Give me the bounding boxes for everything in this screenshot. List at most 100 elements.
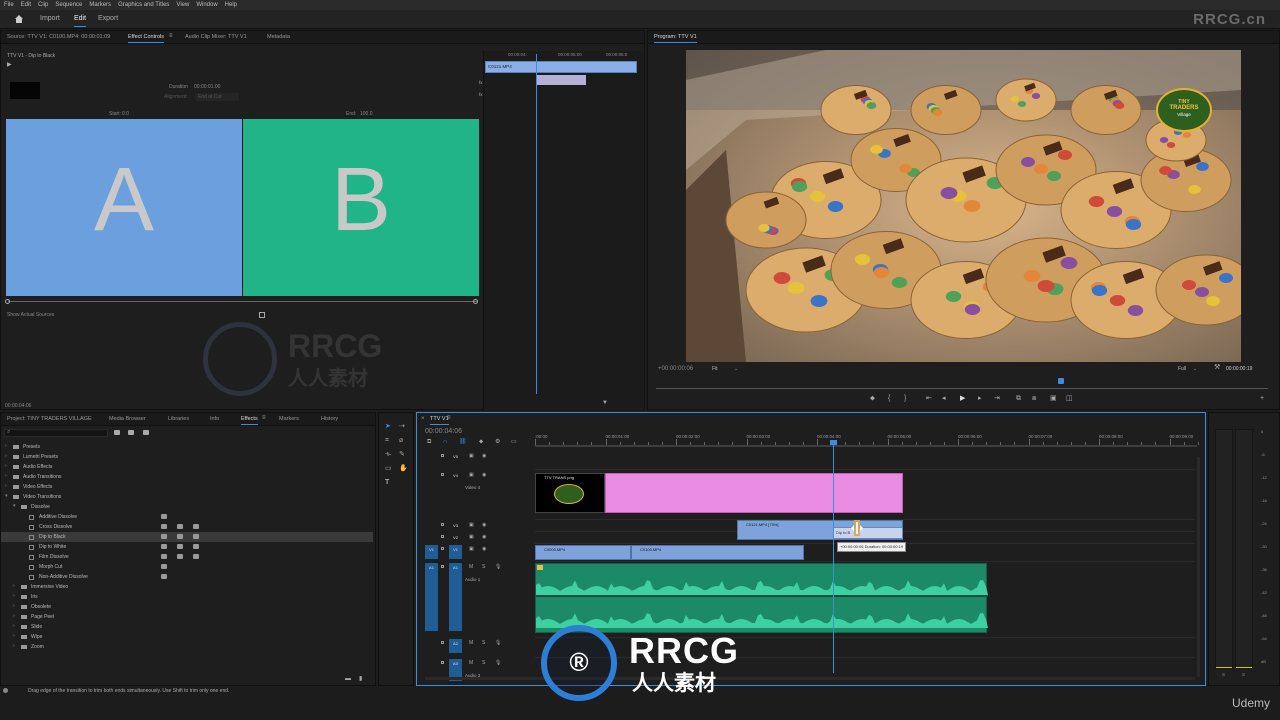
- extract-icon[interactable]: ⧈: [1032, 395, 1036, 402]
- effects-tree-item[interactable]: Film Dissolve: [1, 552, 373, 562]
- wrench-icon[interactable]: ⚒: [1214, 364, 1220, 371]
- solo-icon[interactable]: S: [482, 660, 485, 666]
- expand-arrow-icon[interactable]: ›: [13, 583, 15, 589]
- transition-dip-to-black[interactable]: Dip to B: [833, 527, 903, 539]
- expand-arrow-icon[interactable]: ›: [5, 483, 7, 489]
- sync-icon[interactable]: ▣: [469, 546, 474, 552]
- play-transition-icon[interactable]: ▶: [7, 62, 12, 69]
- hand-tool-icon[interactable]: ✋: [399, 465, 408, 472]
- lift-icon[interactable]: ⧉: [1016, 395, 1021, 402]
- captions-icon[interactable]: ▭: [511, 439, 517, 446]
- eye-icon[interactable]: ◉: [482, 522, 486, 528]
- lock-icon[interactable]: [441, 535, 444, 538]
- clip-graphic-body[interactable]: [605, 473, 903, 513]
- timeline-ruler[interactable]: :00:00 00:00:01:00 00:00:02:00 00:00:03:00 0…: [535, 413, 1227, 447]
- track-header-v5[interactable]: V5 ▣ ◉: [417, 452, 535, 464]
- expand-arrow-icon[interactable]: ›: [13, 593, 15, 599]
- mic-icon[interactable]: 🎙: [495, 640, 501, 646]
- track-header-v4[interactable]: V4 ▣ ◉ Video 4: [417, 471, 535, 515]
- tab-markers[interactable]: Markers: [279, 416, 299, 422]
- effects-tree-item[interactable]: › Audio Effects: [1, 462, 373, 472]
- alignment-select[interactable]: End at Cut: [195, 93, 239, 101]
- timeline-tab[interactable]: TTV V1: [430, 416, 449, 425]
- timeline-menu-icon[interactable]: ≡: [447, 415, 451, 422]
- lock-icon[interactable]: [441, 523, 444, 526]
- mark-in-icon[interactable]: {: [888, 395, 890, 402]
- timeline-tab-close-icon[interactable]: ×: [421, 416, 425, 422]
- lock-icon[interactable]: [441, 641, 444, 644]
- mark-out-icon[interactable]: }: [904, 395, 906, 402]
- new-bin-icon[interactable]: ▬: [345, 676, 351, 683]
- track-target-v4[interactable]: V4: [449, 471, 462, 513]
- tab-effects[interactable]: Effects: [241, 416, 258, 425]
- timeline-scrollbar-v[interactable]: [1197, 457, 1200, 677]
- effects-search-input[interactable]: ⌕: [4, 429, 108, 437]
- menu-view[interactable]: View: [176, 2, 189, 8]
- source-patch-a2[interactable]: [425, 639, 438, 653]
- go-to-out-icon[interactable]: ⇥: [994, 395, 1000, 402]
- track-target-v1[interactable]: V1: [449, 545, 462, 559]
- accelerated-effects-icon[interactable]: [114, 430, 120, 435]
- nest-toggle-icon[interactable]: ⧉: [427, 439, 431, 446]
- duration-value[interactable]: 00:00:01:00: [194, 84, 220, 90]
- fit-dropdown-icon[interactable]: ⌄: [734, 366, 738, 372]
- tab-info[interactable]: Info: [210, 416, 219, 422]
- type-tool-icon[interactable]: T: [385, 479, 389, 486]
- 32bit-effects-icon[interactable]: [128, 430, 134, 435]
- menu-sequence[interactable]: Sequence: [55, 2, 82, 8]
- menu-file[interactable]: File: [4, 2, 14, 8]
- effects-tree-item[interactable]: › Presets: [1, 442, 373, 452]
- source-patch-a1[interactable]: A1: [425, 563, 438, 631]
- mute-icon[interactable]: M: [469, 564, 473, 570]
- effects-tree-item[interactable]: › Iris: [1, 592, 373, 602]
- track-target-a1[interactable]: A1: [449, 563, 462, 631]
- track-select-tool-icon[interactable]: ⇢: [399, 423, 405, 430]
- quality-dropdown-icon[interactable]: ⌄: [1193, 366, 1197, 372]
- workspace-tab-edit[interactable]: Edit: [74, 15, 87, 27]
- mute-icon[interactable]: M: [469, 660, 473, 666]
- filter-icon[interactable]: ▼: [602, 400, 608, 407]
- eye-icon[interactable]: ◉: [482, 472, 486, 478]
- tab-libraries[interactable]: Libraries: [168, 416, 189, 422]
- menu-clip[interactable]: Clip: [38, 2, 48, 8]
- expand-arrow-icon[interactable]: ›: [5, 443, 7, 449]
- snap-icon[interactable]: ∩: [443, 439, 447, 446]
- expand-arrow-icon[interactable]: ›: [5, 463, 7, 469]
- menu-edit[interactable]: Edit: [21, 2, 31, 8]
- workspace-tab-export[interactable]: Export: [98, 15, 118, 22]
- program-playhead[interactable]: [1058, 378, 1064, 384]
- effects-tree-item[interactable]: › Slide: [1, 622, 373, 632]
- solo-left[interactable]: S: [1222, 672, 1225, 677]
- slider-handle-left[interactable]: [5, 299, 10, 304]
- expand-arrow-icon[interactable]: ›: [13, 643, 15, 649]
- expand-arrow-icon[interactable]: ›: [13, 623, 15, 629]
- source-patch-v1[interactable]: V1: [425, 545, 438, 559]
- end-value[interactable]: 100.0: [360, 111, 373, 117]
- quality-select[interactable]: Full: [1178, 366, 1186, 372]
- effects-tree-item[interactable]: › Audio Transitions: [1, 472, 373, 482]
- menu-markers[interactable]: Markers: [89, 2, 111, 8]
- clip-graphic-thumb[interactable]: TTV TRANS.png: [535, 473, 605, 513]
- tab-history[interactable]: History: [321, 416, 338, 422]
- effects-tree-item[interactable]: › Video Effects: [1, 482, 373, 492]
- show-actual-sources-checkbox[interactable]: [259, 312, 265, 318]
- mic-icon[interactable]: 🎙: [495, 660, 501, 666]
- tab-audio-clip-mixer[interactable]: Audio Clip Mixer: TTV V1: [185, 34, 247, 40]
- linked-selection-icon[interactable]: ⛓: [459, 439, 467, 446]
- timeline-scrollbar-h[interactable]: [425, 677, 1195, 680]
- home-icon[interactable]: [14, 14, 24, 24]
- sync-icon[interactable]: ▣: [469, 534, 474, 540]
- playhead-head[interactable]: [830, 440, 837, 445]
- effects-tree-item[interactable]: Non-Additive Dissolve: [1, 572, 373, 582]
- expand-arrow-icon[interactable]: ›: [13, 613, 15, 619]
- clip-v1-a[interactable]: C0000.MP4: [535, 545, 631, 560]
- track-target-v3[interactable]: V3: [449, 521, 462, 529]
- track-header-v3[interactable]: V3 ▣ ◉: [417, 521, 535, 531]
- expand-arrow-icon[interactable]: ›: [13, 633, 15, 639]
- timeline-timecode[interactable]: 00:00:04:06: [425, 428, 462, 435]
- razor-tool-icon[interactable]: ⌀: [399, 437, 403, 444]
- clip-audio-a1[interactable]: [535, 563, 988, 633]
- delete-icon[interactable]: ▮: [359, 676, 362, 683]
- effects-tree-item[interactable]: Dip to Black: [1, 532, 373, 542]
- solo-icon[interactable]: S: [482, 640, 485, 646]
